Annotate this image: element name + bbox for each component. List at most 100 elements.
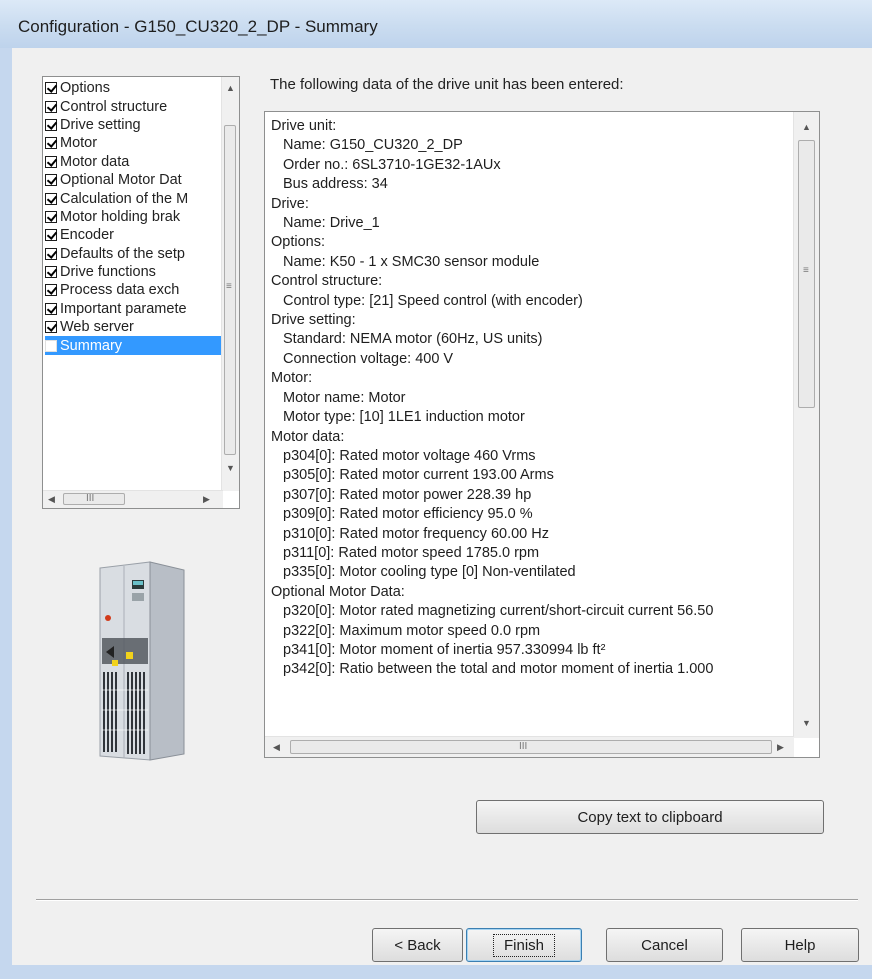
tree-item[interactable]: Drive setting: [45, 116, 223, 134]
tree-item[interactable]: Optional Motor Dat: [45, 171, 223, 189]
scroll-left-arrow-icon[interactable]: ◀: [48, 494, 55, 504]
summary-value-line: Motor name: Motor: [283, 389, 406, 406]
tree-horizontal-scroll-thumb[interactable]: III: [63, 493, 125, 505]
help-button[interactable]: Help: [741, 928, 859, 962]
checkbox-checked-icon[interactable]: [45, 100, 57, 113]
summary-value-line: p320[0]: Motor rated magnetizing current…: [283, 603, 714, 620]
checkbox-checked-icon[interactable]: [45, 247, 57, 260]
tree-item[interactable]: Web server: [45, 318, 223, 336]
tree-item-label: Control structure: [60, 98, 168, 115]
tree-item[interactable]: Calculation of the M: [45, 189, 223, 207]
tree-item[interactable]: Motor: [45, 134, 223, 152]
summary-section-heading: Drive:: [271, 195, 309, 212]
finish-button[interactable]: Finish: [466, 928, 582, 962]
tree-item[interactable]: Process data exch: [45, 281, 223, 299]
summary-horizontal-scroll-thumb[interactable]: III: [290, 740, 772, 754]
summary-section-heading: Drive unit:: [271, 118, 337, 134]
summary-value-line: Control type: [21] Speed control (with e…: [283, 292, 583, 309]
summary-intro-text: The following data of the drive unit has…: [270, 76, 624, 93]
tree-item-label: Drive functions: [60, 264, 156, 281]
checkbox-checked-icon[interactable]: [45, 137, 57, 150]
tree-vertical-scrollbar[interactable]: ▲ ≡ ▼: [221, 77, 239, 491]
back-button[interactable]: < Back: [372, 928, 463, 962]
summary-vertical-scrollbar[interactable]: ▲ ≡ ▼: [793, 112, 819, 738]
summary-section-heading: Drive setting:: [271, 312, 356, 329]
summary-value-line: Order no.: 6SL3710-1GE32-1AUx: [283, 156, 501, 173]
scroll-left-arrow-icon[interactable]: ◀: [273, 742, 280, 752]
tree-item[interactable]: Summary: [45, 336, 223, 355]
tree-item-label: Options: [60, 80, 110, 97]
tree-horizontal-scrollbar[interactable]: ◀ III ▶: [43, 490, 223, 508]
tree-item[interactable]: Motor holding brak: [45, 208, 223, 226]
copy-to-clipboard-button[interactable]: Copy text to clipboard: [476, 800, 824, 834]
summary-value-line: Motor type: [10] 1LE1 induction motor: [283, 409, 525, 426]
summary-value-line: p304[0]: Rated motor voltage 460 Vrms: [283, 447, 536, 464]
tree-item[interactable]: Encoder: [45, 226, 223, 244]
tree-item-label: Calculation of the M: [60, 190, 189, 207]
window-frame-left: [0, 48, 12, 979]
tree-item-label: Motor data: [60, 153, 130, 170]
finish-button-label: Finish: [492, 933, 555, 957]
tree-item-label: Summary: [60, 337, 123, 354]
summary-value-line: p342[0]: Ratio between the total and mot…: [283, 661, 714, 678]
checkbox-checked-icon[interactable]: [45, 82, 57, 95]
checkbox-checked-icon[interactable]: [45, 210, 57, 223]
summary-section-heading: Motor:: [271, 370, 313, 387]
scroll-right-arrow-icon[interactable]: ▶: [777, 742, 784, 752]
scroll-down-arrow-icon[interactable]: ▼: [802, 718, 811, 728]
summary-value-line: p311[0]: Rated motor speed 1785.0 rpm: [283, 544, 540, 561]
summary-value-line: Name: G150_CU320_2_DP: [283, 137, 463, 154]
checkbox-checked-icon[interactable]: [45, 118, 57, 131]
checkbox-checked-icon[interactable]: [45, 174, 57, 187]
tree-item[interactable]: Drive functions: [45, 263, 223, 281]
tree-item[interactable]: Motor data: [45, 153, 223, 171]
checkbox-checked-icon[interactable]: [45, 321, 57, 334]
checkbox-icon[interactable]: [45, 339, 57, 352]
summary-value-line: p305[0]: Rated motor current 193.00 Arms: [283, 467, 554, 484]
tree-item-list: Options Control structure Drive setting Mot…: [45, 79, 223, 355]
summary-vertical-scroll-thumb[interactable]: ≡: [798, 140, 815, 408]
tree-item[interactable]: Defaults of the setp: [45, 245, 223, 263]
tree-item-label: Motor holding brak: [60, 208, 181, 225]
scroll-right-arrow-icon[interactable]: ▶: [203, 494, 210, 504]
summary-lines: Drive unit: Name: G150_CU320_2_DP Order no…: [271, 117, 795, 680]
summary-value-line: p335[0]: Motor cooling type [0] Non-vent…: [283, 564, 576, 581]
summary-section-heading: Options:: [271, 234, 325, 251]
summary-value-line: Bus address: 34: [283, 176, 388, 193]
tree-item-label: Encoder: [60, 227, 115, 244]
checkbox-checked-icon[interactable]: [45, 155, 57, 168]
summary-value-line: Name: K50 - 1 x SMC30 sensor module: [283, 253, 540, 270]
tree-item-label: Drive setting: [60, 116, 141, 133]
summary-section-heading: Control structure:: [271, 273, 383, 290]
tree-item-label: Process data exch: [60, 282, 180, 299]
summary-value-line: p310[0]: Rated motor frequency 60.00 Hz: [283, 525, 549, 542]
summary-text-box[interactable]: Drive unit: Name: G150_CU320_2_DP Order no…: [264, 111, 820, 758]
wizard-step-tree[interactable]: Options Control structure Drive setting Mot…: [42, 76, 240, 509]
summary-value-line: p307[0]: Rated motor power 228.39 hp: [283, 486, 532, 503]
checkbox-checked-icon[interactable]: [45, 302, 57, 315]
checkbox-checked-icon[interactable]: [45, 229, 57, 242]
grip-icon: ≡: [803, 265, 809, 276]
cancel-button[interactable]: Cancel: [606, 928, 723, 962]
window-frame-bottom: [0, 965, 872, 979]
summary-value-line: p341[0]: Motor moment of inertia 957.330…: [283, 641, 606, 658]
tree-item-label: Motor: [60, 135, 98, 152]
summary-value-line: p322[0]: Maximum motor speed 0.0 rpm: [283, 622, 541, 639]
scroll-up-arrow-icon[interactable]: ▲: [226, 83, 235, 93]
grip-icon: III: [86, 493, 95, 504]
checkbox-checked-icon[interactable]: [45, 266, 57, 279]
tree-item-label: Web server: [60, 319, 134, 336]
checkbox-checked-icon[interactable]: [45, 192, 57, 205]
tree-item[interactable]: Important paramete: [45, 300, 223, 318]
summary-value-line: p309[0]: Rated motor efficiency 95.0 %: [283, 506, 533, 523]
scroll-down-arrow-icon[interactable]: ▼: [226, 463, 235, 473]
tree-item-label: Important paramete: [60, 300, 187, 317]
checkbox-checked-icon[interactable]: [45, 284, 57, 297]
summary-horizontal-scrollbar[interactable]: ◀ III ▶: [265, 736, 794, 757]
tree-vertical-scroll-thumb[interactable]: ≡: [224, 125, 236, 455]
tree-item[interactable]: Control structure: [45, 97, 223, 115]
tree-item[interactable]: Options: [45, 79, 223, 97]
grip-icon: ≡: [226, 281, 232, 292]
title-bar: Configuration - G150_CU320_2_DP - Summar…: [0, 0, 872, 49]
scroll-up-arrow-icon[interactable]: ▲: [802, 122, 811, 132]
